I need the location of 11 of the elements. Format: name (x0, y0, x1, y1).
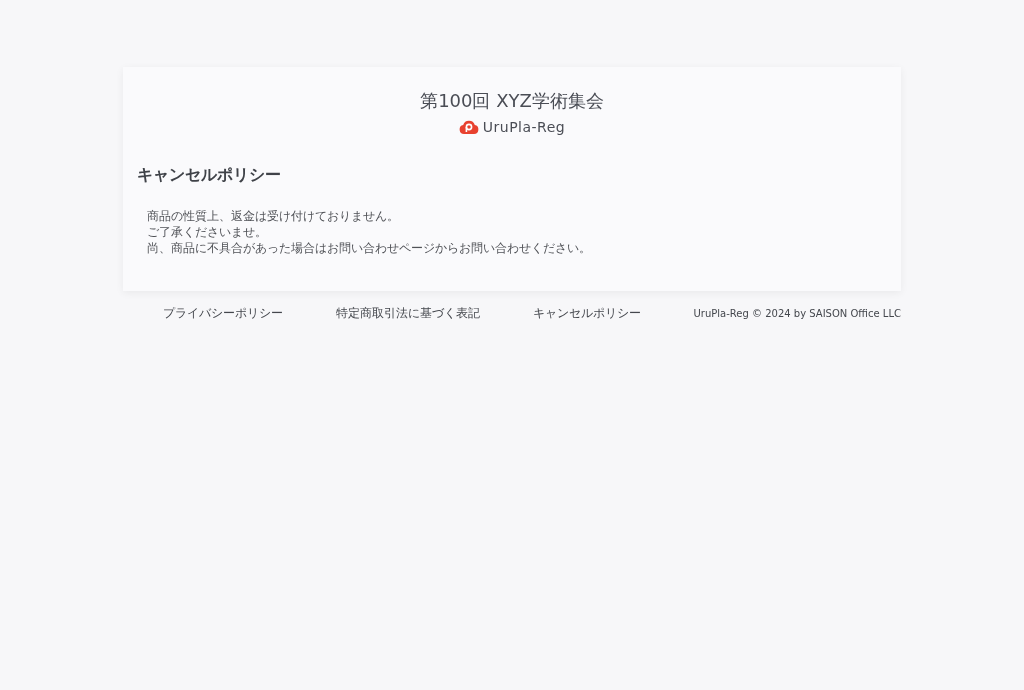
footer-link[interactable]: プライバシーポリシー (163, 305, 283, 322)
policy-text: 尚、商品に不具合があった場合はお問い合わせページからお問い合わせください。 (147, 240, 592, 256)
copyright-text: UruPla-Reg © 2024 by SAISON Office LLC (693, 308, 901, 319)
event-title: 第100回 XYZ学術集会 (420, 89, 604, 113)
page-title: キャンセルポリシー (137, 165, 282, 186)
brand-name: UruPla-Reg (482, 119, 566, 135)
footer-link[interactable]: 特定商取引法に基づく表記 (335, 305, 480, 322)
footer-link[interactable]: キャンセルポリシー (532, 305, 641, 322)
policy-text: 商品の性質上、返金は受け付けておりません。 (147, 208, 400, 224)
cloud-logo-icon (458, 119, 479, 135)
policy-text: ご了承くださいませ。 (147, 224, 268, 240)
